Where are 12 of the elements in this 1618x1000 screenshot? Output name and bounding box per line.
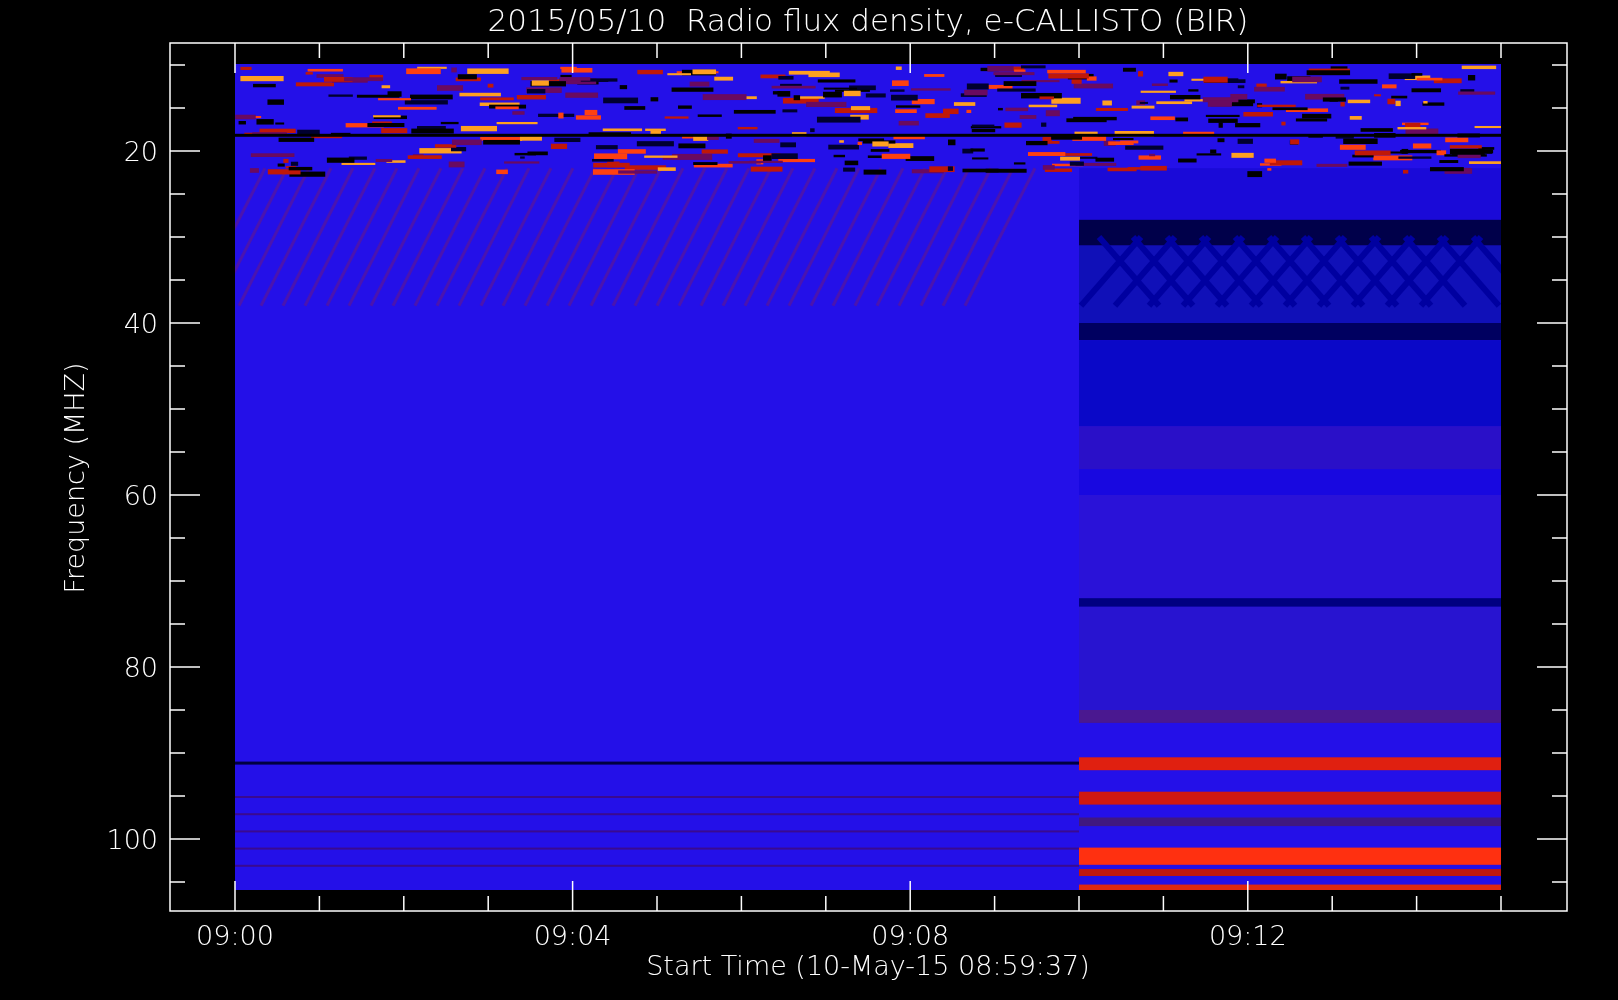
y-tick-label: 40 xyxy=(123,308,158,339)
y-tick-label: 20 xyxy=(123,136,158,167)
x-axis-label: Start Time (10-May-15 08:59:37) xyxy=(646,950,1090,981)
chart-title: 2015/05/10 Radio flux density, e-CALLISTO (BIR) xyxy=(487,2,1249,38)
y-tick-label: 60 xyxy=(123,480,158,511)
y-tick-label: 80 xyxy=(123,652,158,683)
x-tick-label: 09:04 xyxy=(533,920,612,951)
y-tick-label: 100 xyxy=(106,824,158,855)
y-axis-label: Frequency (MHZ) xyxy=(59,362,90,594)
x-tick-label: 09:00 xyxy=(196,920,274,951)
x-tick-label: 09:08 xyxy=(871,920,950,951)
x-tick-label: 09:12 xyxy=(1208,920,1287,951)
